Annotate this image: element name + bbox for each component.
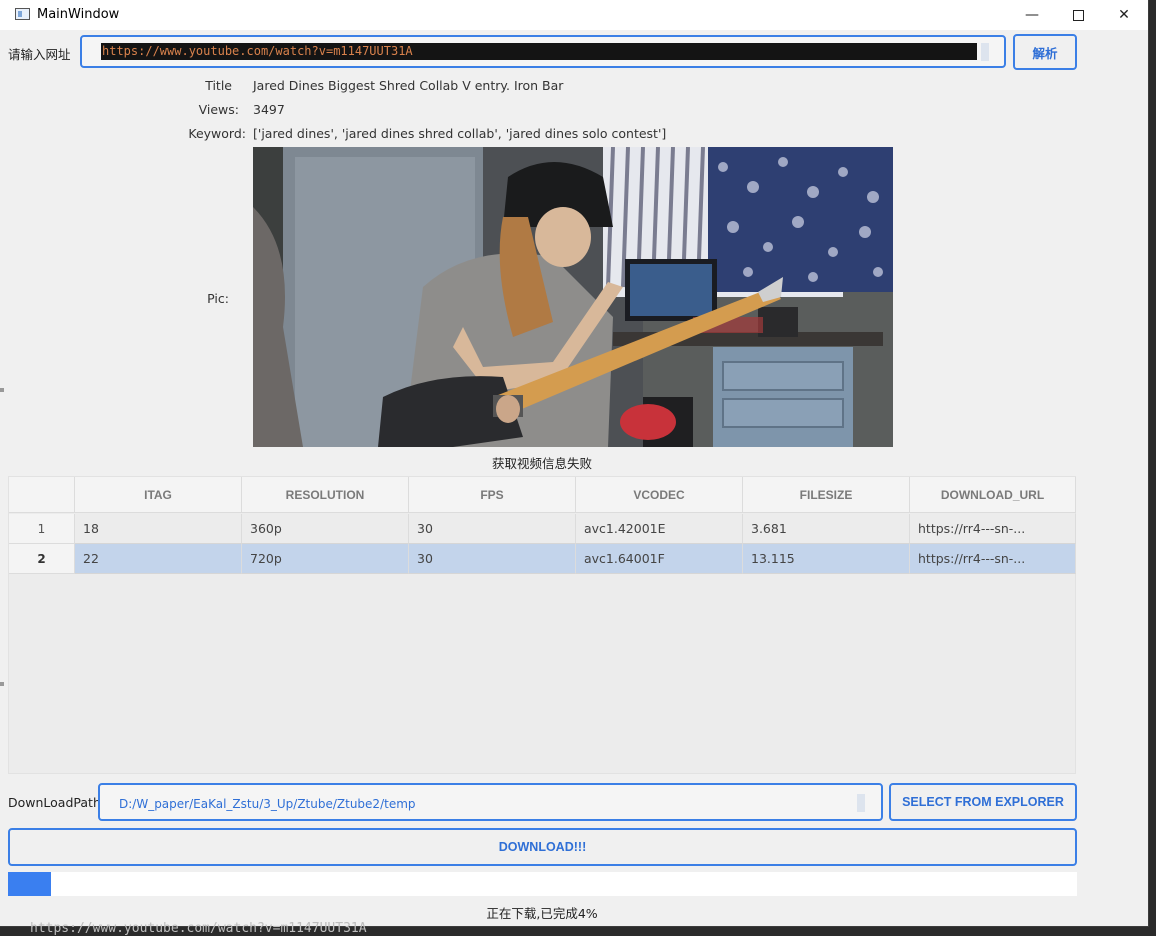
path-scroll-handle[interactable] <box>857 794 865 812</box>
cell-resolution[interactable]: 360p <box>242 514 409 544</box>
select-from-explorer-button[interactable]: SELECT FROM EXPLORER <box>889 783 1077 821</box>
header-resolution[interactable]: RESOLUTION <box>242 477 409 513</box>
cell-itag[interactable]: 18 <box>75 514 242 544</box>
close-icon: ✕ <box>1118 7 1130 23</box>
minimize-icon: — <box>1025 7 1039 23</box>
maximize-icon <box>1072 9 1084 21</box>
cell-itag[interactable]: 22 <box>75 544 242 574</box>
download-path-text: D:/W_paper/EaKal_Zstu/3_Up/Ztube/Ztube2/… <box>119 797 416 811</box>
window-title: MainWindow <box>37 7 120 22</box>
cell-download-url[interactable]: https://rr4---sn-... <box>910 544 1076 574</box>
parse-button[interactable]: 解析 <box>1013 34 1077 70</box>
views-key: Views: <box>198 102 239 117</box>
cell-download-url[interactable]: https://rr4---sn-... <box>910 514 1076 544</box>
main-window: MainWindow — ✕ 请输入网址 https://www.youtube… <box>0 0 1148 926</box>
url-input-text: https://www.youtube.com/watch?v=m1147UUT… <box>102 44 413 58</box>
download-progress-bar <box>8 872 1077 896</box>
row-number[interactable]: 2 <box>9 544 75 574</box>
table-corner[interactable] <box>9 477 75 513</box>
keyword-value: ['jared dines', 'jared dines shred colla… <box>253 126 667 141</box>
row-number[interactable]: 1 <box>9 514 75 544</box>
header-itag[interactable]: ITAG <box>75 477 242 513</box>
title-value: Jared Dines Biggest Shred Collab V entry… <box>253 78 564 93</box>
download-status-text: 正在下载,已完成4% <box>486 906 598 921</box>
title-bar[interactable]: MainWindow — ✕ <box>0 0 1148 30</box>
cell-filesize[interactable]: 3.681 <box>743 514 910 544</box>
download-button[interactable]: DOWNLOAD!!! <box>8 828 1077 866</box>
app-icon <box>15 8 30 20</box>
header-download-url[interactable]: DOWNLOAD_URL <box>910 477 1076 513</box>
cell-fps[interactable]: 30 <box>409 544 576 574</box>
cell-filesize[interactable]: 13.115 <box>743 544 910 574</box>
maximize-button[interactable] <box>1055 0 1101 30</box>
cell-vcodec[interactable]: avc1.42001E <box>576 514 743 544</box>
format-table[interactable]: ITAG RESOLUTION FPS VCODEC FILESIZE DOWN… <box>8 476 1076 774</box>
url-label: 请输入网址 <box>8 47 71 62</box>
pic-key: Pic: <box>207 291 229 306</box>
header-filesize[interactable]: FILESIZE <box>743 477 910 513</box>
title-key: Title <box>205 78 232 93</box>
edge-mark <box>0 682 4 686</box>
parse-status-text: 获取视频信息失败 <box>491 456 592 471</box>
video-thumbnail <box>253 147 893 447</box>
cell-fps[interactable]: 30 <box>409 514 576 544</box>
progress-fill <box>8 872 51 896</box>
views-value: 3497 <box>253 102 285 117</box>
cell-resolution[interactable]: 720p <box>242 544 409 574</box>
keyword-key: Keyword: <box>188 126 246 141</box>
minimize-button[interactable]: — <box>1009 0 1055 30</box>
cell-vcodec[interactable]: avc1.64001F <box>576 544 743 574</box>
thumbnail-illustration <box>253 147 893 447</box>
edge-mark <box>0 388 4 392</box>
url-scroll-handle[interactable] <box>981 43 989 61</box>
close-button[interactable]: ✕ <box>1101 0 1147 30</box>
header-vcodec[interactable]: VCODEC <box>576 477 743 513</box>
download-path-label: DownLoadPath <box>8 795 101 810</box>
download-path-input[interactable]: D:/W_paper/EaKal_Zstu/3_Up/Ztube/Ztube2/… <box>98 783 883 821</box>
header-fps[interactable]: FPS <box>409 477 576 513</box>
url-input[interactable]: https://www.youtube.com/watch?v=m1147UUT… <box>80 35 1006 68</box>
